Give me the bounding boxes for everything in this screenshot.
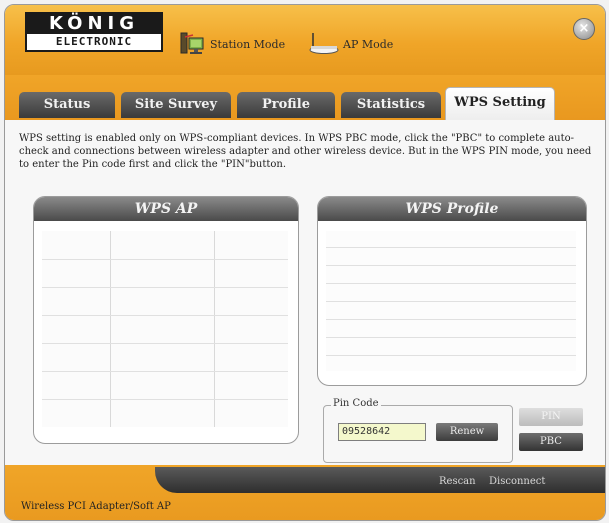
access-point-icon [307, 31, 341, 57]
wps-setting-content: WPS setting is enabled only on WPS-compl… [5, 120, 605, 465]
ap-mode-button[interactable]: AP Mode [307, 31, 393, 57]
wps-profile-title: WPS Profile [318, 197, 586, 221]
app-window: KÖNIG ELECTRONIC Station Mode AP Mode × … [4, 4, 606, 521]
close-icon: × [578, 21, 590, 36]
close-button[interactable]: × [573, 18, 595, 40]
logo-top-text: KÖNIG [27, 14, 161, 34]
wps-description: WPS setting is enabled only on WPS-compl… [19, 133, 592, 170]
tab-wps-setting[interactable]: WPS Setting [445, 87, 555, 121]
tab-statistics[interactable]: Statistics [341, 92, 441, 118]
disconnect-button[interactable]: Disconnect [489, 476, 545, 487]
pbc-button[interactable]: PBC [519, 433, 583, 451]
footer-bar: Rescan Disconnect Wireless PCI Adapter/S… [5, 465, 605, 520]
status-bar-text: Wireless PCI Adapter/Soft AP [21, 501, 171, 512]
wps-profile-list[interactable] [326, 231, 576, 371]
tab-site-survey[interactable]: Site Survey [121, 92, 231, 118]
wps-profile-panel: WPS Profile [317, 196, 587, 386]
wps-ap-list[interactable] [42, 231, 288, 427]
pin-button[interactable]: PIN [519, 408, 583, 426]
pin-code-group: Pin Code 09528642 Renew [323, 398, 513, 463]
logo-bottom-text: ELECTRONIC [55, 35, 133, 48]
station-computer-icon [180, 31, 206, 57]
tab-profile[interactable]: Profile [237, 92, 335, 118]
station-mode-button[interactable]: Station Mode [180, 31, 285, 57]
wps-ap-title: WPS AP [34, 197, 298, 221]
rescan-button[interactable]: Rescan [439, 476, 476, 487]
ap-mode-label: AP Mode [343, 37, 394, 51]
tab-status[interactable]: Status [19, 92, 115, 118]
station-mode-label: Station Mode [210, 37, 286, 51]
pin-code-label: Pin Code [331, 398, 381, 409]
tab-bar: Status Site Survey Profile Statistics WP… [5, 75, 605, 121]
header-bar: KÖNIG ELECTRONIC Station Mode AP Mode × [5, 5, 605, 75]
renew-button[interactable]: Renew [436, 423, 498, 441]
konig-logo: KÖNIG ELECTRONIC [25, 12, 163, 52]
wps-ap-panel: WPS AP [33, 196, 299, 444]
pin-code-field[interactable]: 09528642 [338, 423, 426, 441]
